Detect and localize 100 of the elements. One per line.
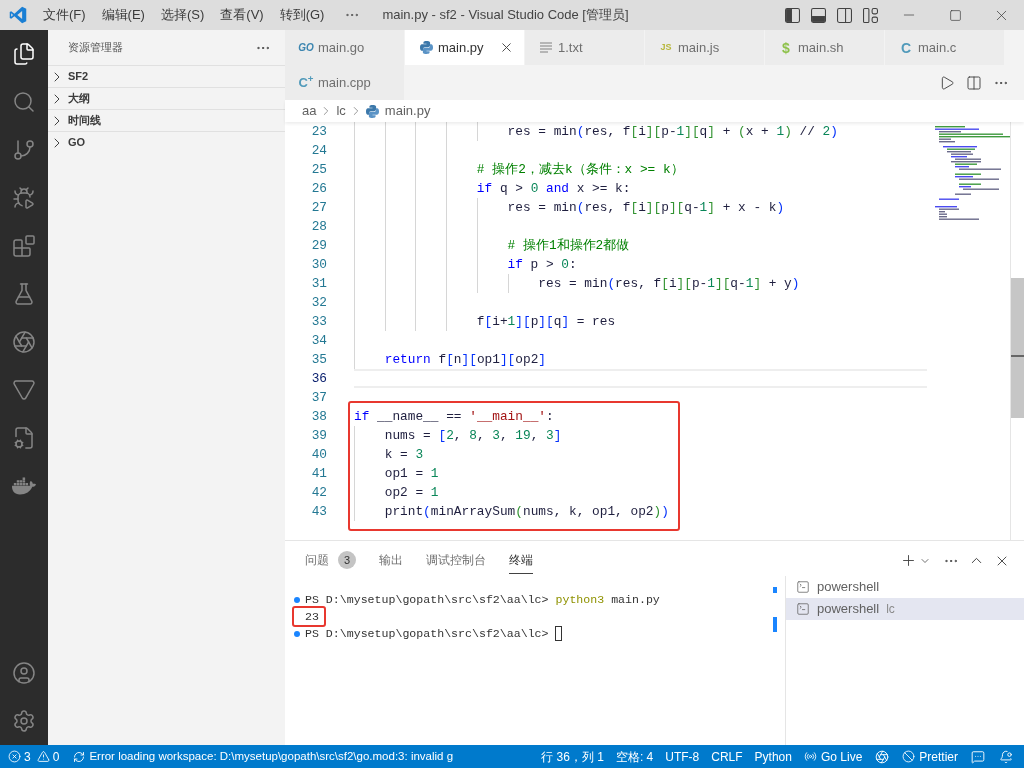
panel-tab[interactable]: 终端 bbox=[509, 547, 533, 574]
section-header[interactable]: 大纲 bbox=[48, 87, 285, 109]
status-item[interactable]: Python bbox=[748, 747, 798, 766]
line-number: 31 bbox=[311, 274, 327, 293]
whale-icon[interactable] bbox=[12, 474, 36, 498]
bug-play-icon[interactable] bbox=[12, 186, 36, 210]
search-icon[interactable] bbox=[12, 90, 36, 114]
minimap-drawing[interactable] bbox=[935, 126, 1011, 222]
code-line: res = min(res, f[i][p-1][q] + (x + 1) // 2) bbox=[507, 122, 838, 141]
line-number: 25 bbox=[311, 160, 327, 179]
line-number: 34 bbox=[311, 331, 327, 350]
panel-tab[interactable]: 问题 3 bbox=[305, 547, 356, 574]
line-number: 28 bbox=[311, 217, 327, 236]
line-number: 36 bbox=[311, 369, 327, 388]
section-header[interactable]: GO bbox=[48, 131, 285, 153]
sidebar-title: 资源管理器 bbox=[68, 40, 123, 56]
line-number: 26 bbox=[311, 179, 327, 198]
error-icon[interactable] bbox=[8, 750, 21, 763]
line-number: 27 bbox=[311, 198, 327, 217]
terminal-argument: main.py bbox=[611, 591, 660, 608]
line-number: 30 bbox=[311, 255, 327, 274]
plus-icon[interactable] bbox=[900, 552, 917, 569]
editor-tab[interactable]: GO main.go bbox=[285, 30, 405, 65]
code-line: f[i+1][p][q] = res bbox=[476, 312, 616, 331]
bell-icon[interactable] bbox=[999, 749, 1013, 764]
code-line: nums = [2, 8, 3, 19, 3] bbox=[384, 426, 562, 445]
file-type-label: $ bbox=[782, 40, 790, 55]
panel-tab[interactable]: 调试控制台 bbox=[426, 547, 486, 574]
status-item[interactable]: 空格: 4 bbox=[609, 747, 660, 766]
code-line: res = min(res, f[i][p][q-1] + x - k) bbox=[507, 198, 785, 217]
flask-icon[interactable] bbox=[12, 282, 36, 306]
sidebar-toggle-icon[interactable] bbox=[785, 7, 800, 23]
warning-icon[interactable] bbox=[36, 750, 50, 763]
status-message[interactable]: Error loading workspace: D:\mysetup\gopath\src\sf2\go.mod:3: invalid g bbox=[73, 747, 454, 766]
documents-icon[interactable] bbox=[12, 42, 36, 66]
branch-icon[interactable] bbox=[12, 138, 36, 162]
layout-icon[interactable] bbox=[863, 7, 878, 23]
speech-bubble-icon[interactable] bbox=[971, 749, 985, 764]
code-line: if p > 0: bbox=[507, 255, 577, 274]
editor-tab[interactable]: C$^{+}$ main.cpp bbox=[285, 65, 405, 100]
menu-item[interactable]: 查看(V) bbox=[212, 5, 272, 25]
scrollbar-thumb[interactable] bbox=[1011, 278, 1024, 418]
split-editor-icon[interactable] bbox=[966, 74, 982, 91]
error-count[interactable]: 3 bbox=[24, 747, 31, 766]
run-icon[interactable] bbox=[939, 74, 955, 91]
lines-icon bbox=[540, 42, 552, 53]
line-number: 35 bbox=[311, 350, 327, 369]
code-line: if q > 0 and x >= k: bbox=[476, 179, 631, 198]
file-gear-icon[interactable] bbox=[12, 426, 36, 450]
code-line: # 操作1和操作2都做 bbox=[507, 236, 630, 255]
code-line: return f[n][op1][op2] bbox=[384, 350, 546, 369]
code-line: print(minArraySum(nums, k, op1, op2)) bbox=[384, 502, 669, 521]
aperture-icon[interactable] bbox=[12, 330, 36, 354]
editor-tab[interactable]: JS main.js bbox=[645, 30, 765, 65]
editor-tab[interactable]: $ main.sh bbox=[765, 30, 885, 65]
line-number: 40 bbox=[311, 445, 327, 464]
panel-toggle-icon[interactable] bbox=[811, 7, 826, 23]
menu-item[interactable]: 选择(S) bbox=[152, 5, 213, 25]
breadcrumb-item[interactable]: lc bbox=[336, 101, 346, 121]
breadcrumb-item[interactable]: aa bbox=[302, 101, 317, 121]
line-number: 39 bbox=[311, 426, 327, 445]
scroll-mark-icon bbox=[773, 617, 777, 632]
menu-item[interactable]: 转到(G) bbox=[271, 5, 333, 25]
panel-tab[interactable]: 输出 bbox=[379, 547, 403, 574]
secondary-sidebar-toggle-icon[interactable] bbox=[837, 7, 852, 23]
editor-tab[interactable]: main.py bbox=[405, 30, 525, 65]
status-item[interactable]: Go Live bbox=[797, 747, 869, 766]
terminal-list-item[interactable]: powershell bbox=[786, 576, 1024, 598]
status-item[interactable]: CRLF bbox=[705, 747, 749, 766]
section-header[interactable]: 时间线 bbox=[48, 109, 285, 131]
terminal-prompt: PS D:\mysetup\gopath\src\sf2\aa\lc> bbox=[305, 625, 549, 642]
close-icon[interactable] bbox=[499, 40, 514, 55]
code-line: # 操作2，减去k（条件：x >= k） bbox=[476, 160, 684, 179]
breadcrumb-item[interactable]: main.py bbox=[365, 101, 431, 121]
terminal-icon bbox=[796, 580, 810, 594]
editor-tab[interactable]: 1.txt bbox=[525, 30, 645, 65]
account-icon[interactable] bbox=[12, 661, 36, 685]
maximize-icon[interactable] bbox=[948, 8, 962, 22]
file-type-label: C$^{+}$ bbox=[298, 76, 314, 89]
section-header[interactable]: SF2 bbox=[48, 65, 285, 87]
line-number: 38 bbox=[311, 407, 327, 426]
code-line: op2 = 1 bbox=[384, 483, 439, 502]
file-type-label: JS bbox=[660, 43, 672, 52]
terminal-list-item[interactable]: powershell lc bbox=[786, 598, 1024, 620]
line-number: 23 bbox=[311, 122, 327, 141]
description-text: lc bbox=[886, 601, 895, 618]
blocks-icon[interactable] bbox=[12, 234, 36, 258]
sync-icon bbox=[73, 750, 86, 763]
status-item[interactable]: 行 36，列 1 bbox=[535, 747, 610, 766]
line-number: 42 bbox=[311, 483, 327, 502]
line-number: 41 bbox=[311, 464, 327, 483]
menu-item[interactable]: 文件(F) bbox=[35, 5, 94, 25]
status-item[interactable]: UTF-8 bbox=[659, 747, 706, 766]
menu-item[interactable]: 编辑(E) bbox=[93, 5, 153, 25]
warning-count[interactable]: 0 bbox=[52, 747, 60, 766]
editor-tab[interactable]: C main.c bbox=[885, 30, 1005, 65]
file-type-label: C bbox=[900, 40, 912, 55]
status-item[interactable]: Prettier bbox=[896, 747, 964, 766]
triangle-icon[interactable] bbox=[12, 378, 36, 402]
settings-icon[interactable] bbox=[12, 709, 36, 733]
